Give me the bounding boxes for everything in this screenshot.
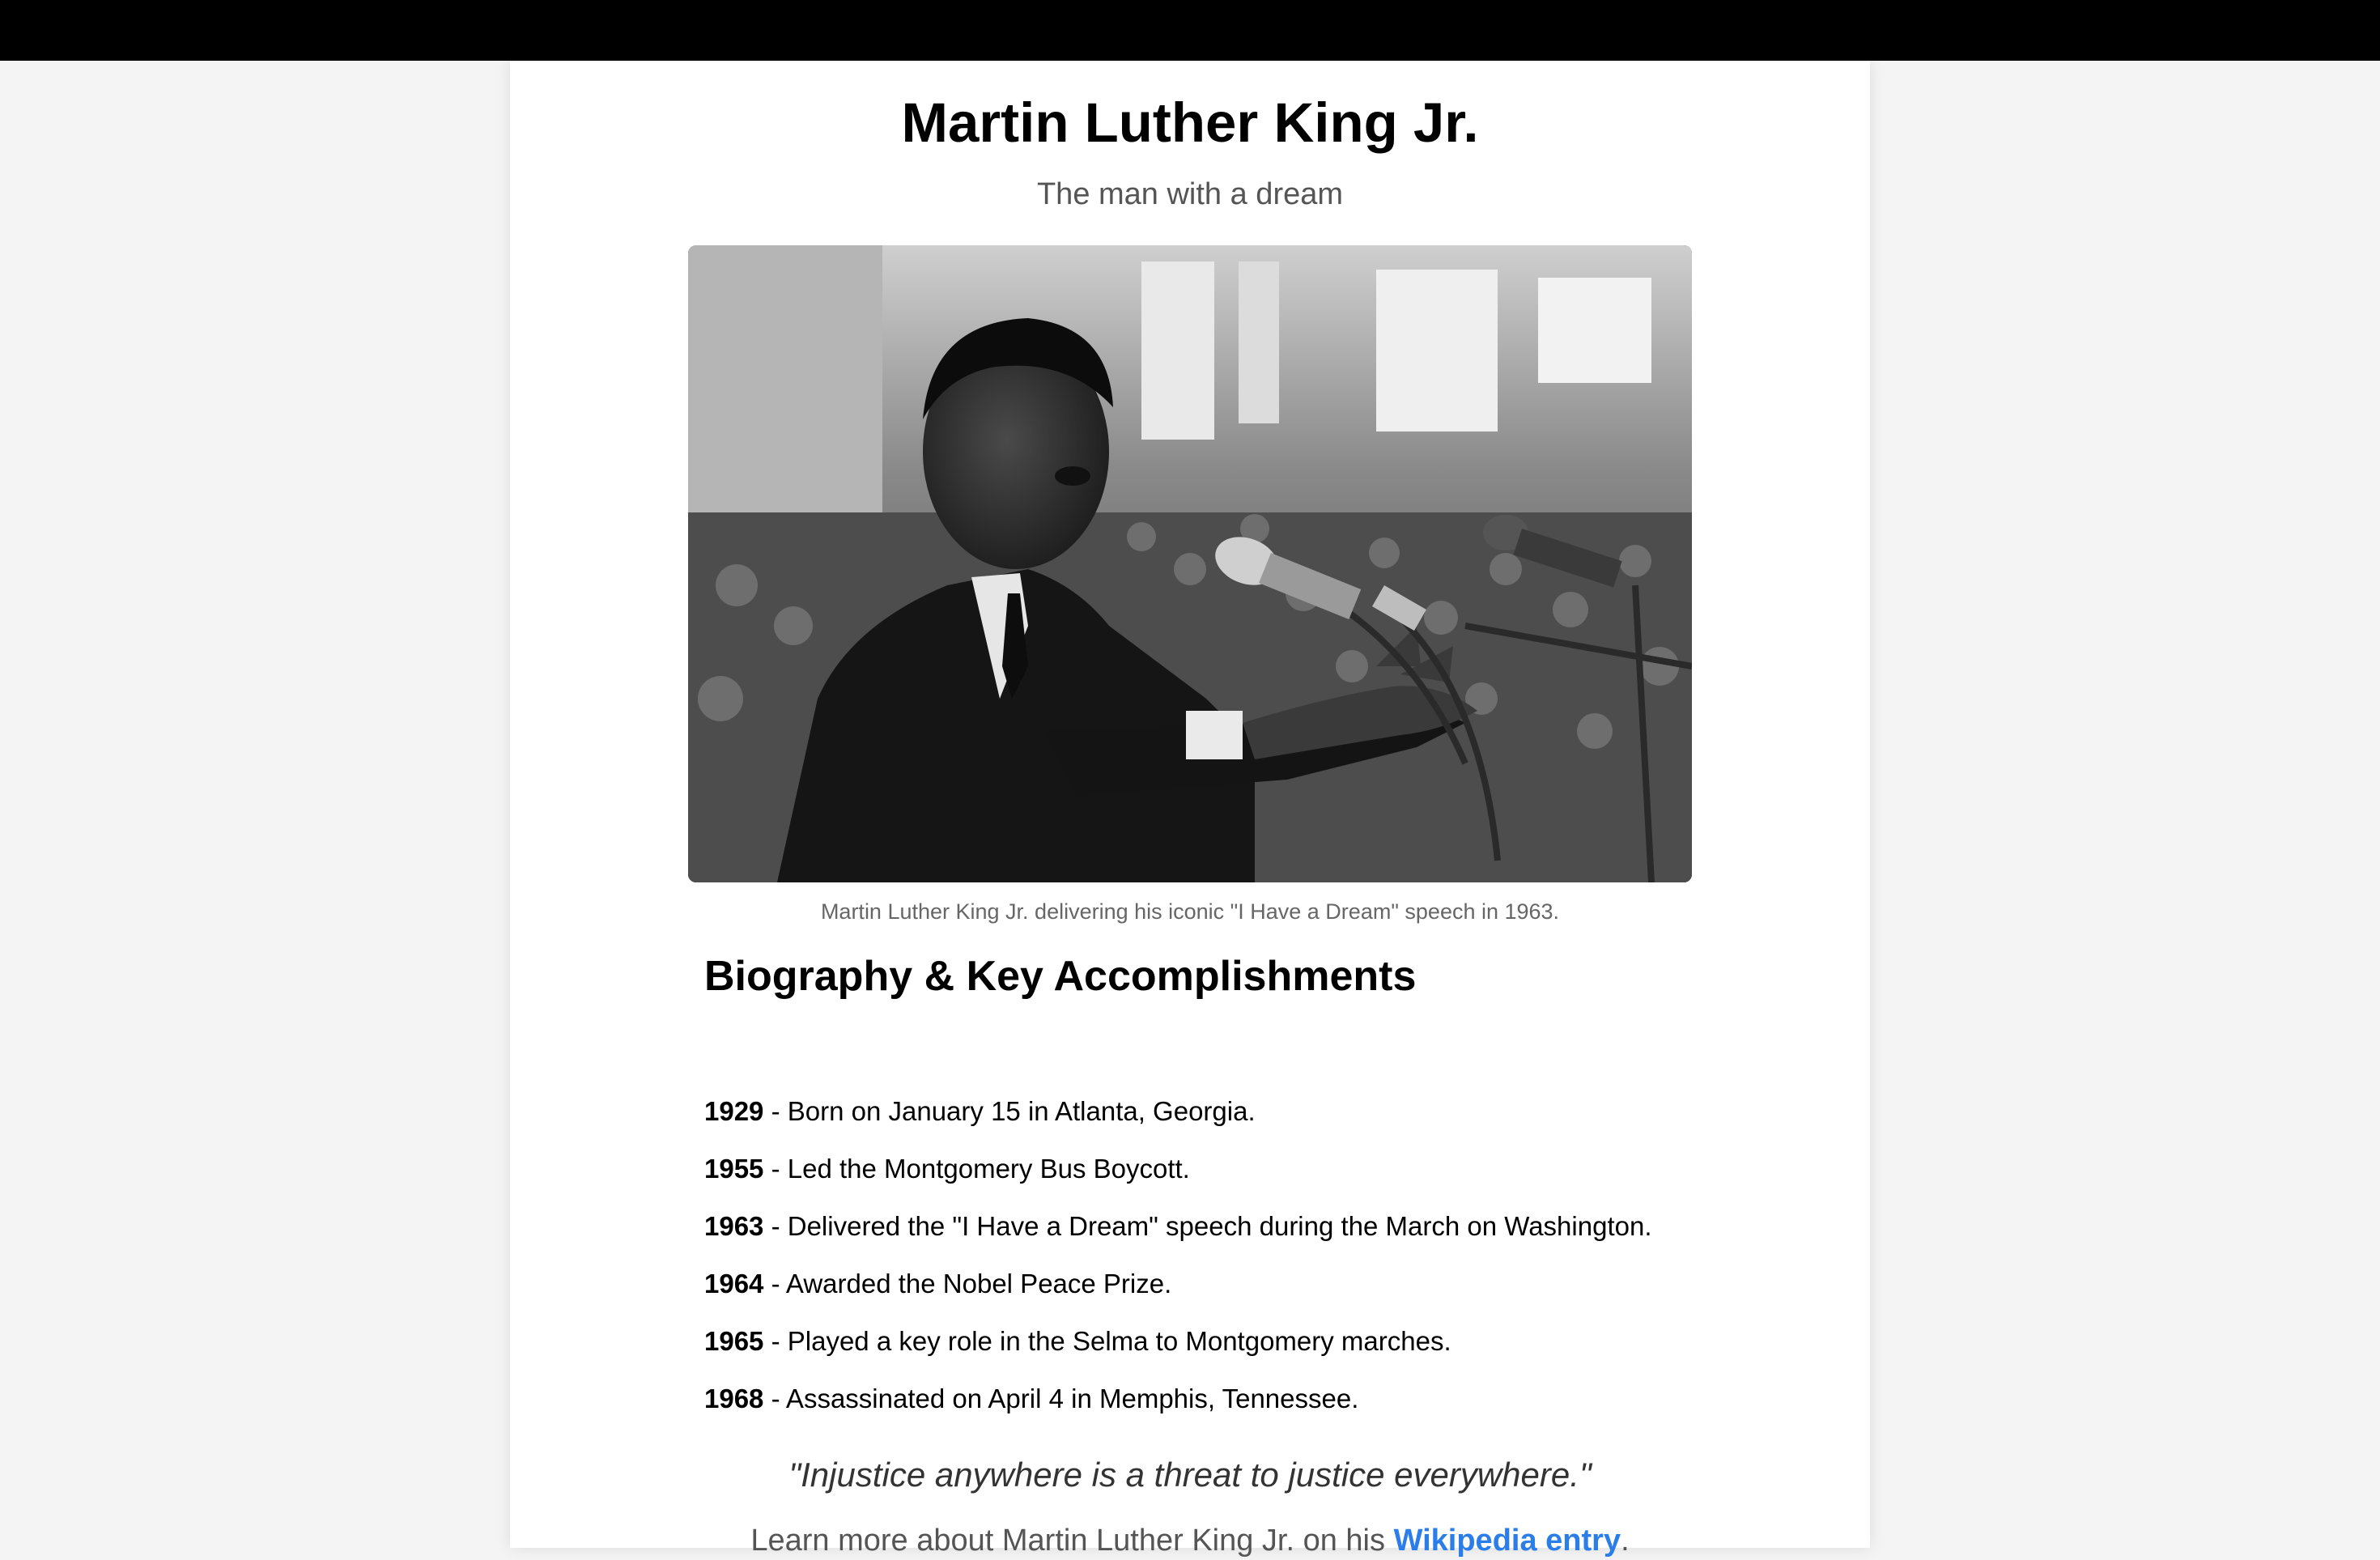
list-item-year: 1955 [704,1154,764,1184]
speech-photo [688,245,1692,882]
list-item-year: 1968 [704,1384,764,1413]
learn-more-prefix: Learn more about Martin Luther King Jr. … [750,1524,1394,1558]
list-item-year: 1929 [704,1096,764,1126]
list-item-year: 1965 [704,1326,764,1356]
list-item-text: - Led the Montgomery Bus Boycott. [763,1154,1190,1184]
accomplishments-list: 1929 - Born on January 15 in Atlanta, Ge… [704,1095,1652,1440]
list-item-year: 1963 [704,1211,764,1241]
quote: "Injustice anywhere is a threat to justi… [788,1456,1592,1494]
list-item: 1964 - Awarded the Nobel Peace Prize. [704,1268,1652,1325]
page-subtitle: The man with a dream [1036,177,1344,211]
list-item-text: - Born on January 15 in Atlanta, Georgia… [763,1096,1256,1126]
photo-caption: Martin Luther King Jr. delivering his ic… [820,899,1560,924]
content-card: Martin Luther King Jr. The man with a dr… [510,61,1870,1558]
list-item: 1963 - Delivered the "I Have a Dream" sp… [704,1210,1652,1268]
list-item: 1965 - Played a key role in the Selma to… [704,1325,1652,1383]
top-bar [0,0,2380,61]
list-item: 1955 - Led the Montgomery Bus Boycott. [704,1153,1652,1210]
list-item: 1968 - Assassinated on April 4 in Memphi… [704,1383,1652,1440]
list-item-year: 1964 [704,1269,764,1299]
list-item-text: - Delivered the "I Have a Dream" speech … [763,1211,1652,1241]
list-item-text: - Awarded the Nobel Peace Prize. [763,1269,1172,1299]
list-item-text: - Played a key role in the Selma to Mont… [763,1326,1451,1356]
list-item-text: - Assassinated on April 4 in Memphis, Te… [763,1384,1359,1413]
list-item: 1929 - Born on January 15 in Atlanta, Ge… [704,1095,1652,1153]
section-heading: Biography & Key Accomplishments [704,953,1417,1000]
learn-more-suffix: . [1621,1524,1630,1558]
wikipedia-link[interactable]: Wikipedia entry [1394,1524,1621,1558]
learn-more-text: Learn more about Martin Luther King Jr. … [510,1523,1870,1560]
page-title: Martin Luther King Jr. [901,91,1479,154]
